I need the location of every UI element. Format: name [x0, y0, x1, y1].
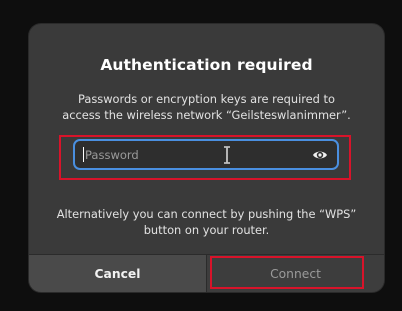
dialog-title: Authentication required: [100, 56, 313, 74]
wps-message: Alternatively you can connect by pushing…: [43, 206, 370, 238]
cancel-button[interactable]: Cancel: [29, 255, 207, 292]
wps-message-line-1: Alternatively you can connect by pushing…: [56, 207, 357, 221]
dialog-buttons: Cancel Connect: [29, 254, 384, 292]
text-caret: [83, 147, 84, 162]
screen: Authentication required Passwords or enc…: [0, 0, 402, 311]
dialog-message-line-2: access the wireless network “Geilsteswla…: [62, 108, 351, 122]
connect-button-label: Connect: [270, 266, 321, 281]
cancel-button-label: Cancel: [94, 266, 141, 281]
wps-message-line-2: button on your router.: [143, 223, 270, 237]
dialog-message-line-1: Passwords or encryption keys are require…: [78, 92, 335, 106]
ibeam-cursor-icon: [224, 146, 230, 164]
password-input[interactable]: [85, 141, 285, 168]
dialog-message: Passwords or encryption keys are require…: [41, 91, 372, 123]
auth-dialog: Authentication required Passwords or enc…: [29, 24, 384, 292]
eye-icon[interactable]: [312, 147, 328, 163]
password-field[interactable]: [73, 139, 339, 170]
connect-button[interactable]: Connect: [207, 255, 384, 292]
